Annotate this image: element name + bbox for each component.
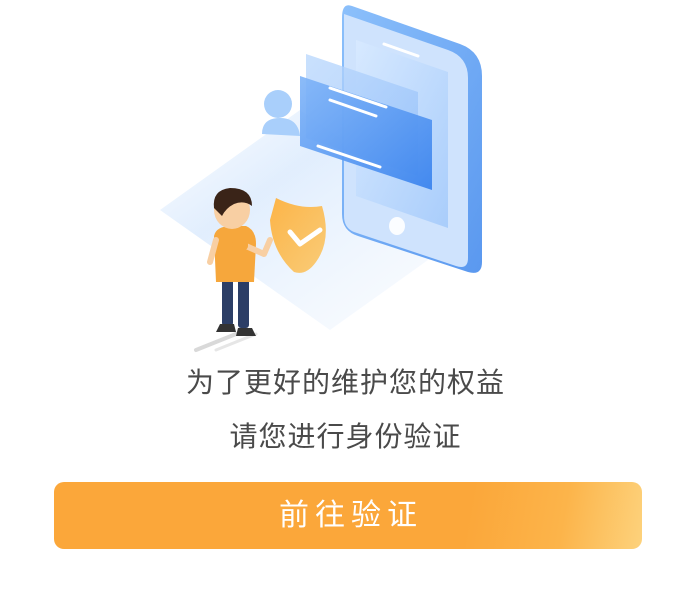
go-verify-button[interactable]: 前往验证: [54, 482, 642, 549]
user-badge-icon: [262, 90, 300, 136]
verification-message-line1: 为了更好的维护您的权益: [185, 366, 505, 399]
identity-verification-illustration: [160, 5, 482, 352]
verification-message-line2: 请您进行身份验证: [229, 420, 462, 453]
